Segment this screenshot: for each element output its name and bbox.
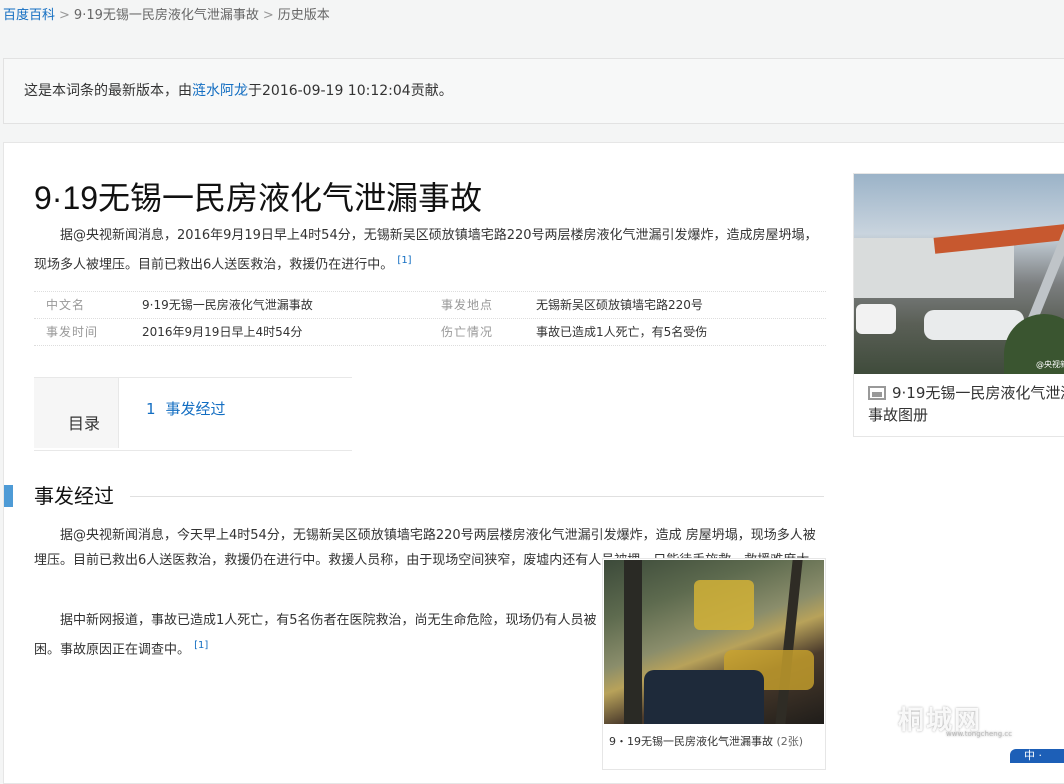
breadcrumb-separator: > <box>262 8 274 23</box>
corner-badge[interactable]: 中 · <box>1010 749 1064 763</box>
table-of-contents: 目录 1 事发经过 <box>34 377 352 451</box>
breadcrumb-home-link[interactable]: 百度百科 <box>3 8 55 23</box>
infobox-value: 2016年9月19日早上4时54分 <box>142 325 303 339</box>
breadcrumb-entry-link[interactable]: 9·19无锡一民房液化气泄漏事故 <box>74 8 259 23</box>
toc-label-box: 目录 <box>34 378 119 448</box>
breadcrumb: 百度百科 >9·19无锡一民房液化气泄漏事故 > 历史版本 <box>3 0 330 42</box>
lead-text: 据@央视新闻消息，2016年9月19日早上4时54分，无锡新吴区硕放镇墙宅路22… <box>34 228 818 273</box>
paragraph-text: 据中新网报道，事故已造成1人死亡，有5名伤者在医院救治，尚无生命危险，现场仍有人… <box>34 613 597 658</box>
infobox: 中文名 9·19无锡一民房液化气泄漏事故 事发地点 无锡新吴区硕放镇墙宅路220… <box>34 291 826 346</box>
infobox-key: 事发时间 <box>46 325 99 339</box>
breadcrumb-separator: > <box>59 8 70 23</box>
infobox-value: 无锡新吴区硕放镇墙宅路220号 <box>536 298 703 312</box>
section-heading: 事发经过 <box>4 483 826 511</box>
inline-photo-count: (2张) <box>776 735 804 748</box>
notice-suffix: 于2016-09-19 10:12:04贡献。 <box>248 83 453 99</box>
paragraph-reference-link[interactable]: [1] <box>194 640 208 651</box>
album-caption[interactable]: 9·19无锡一民房液化气泄漏事故图册 <box>868 382 1064 426</box>
section-paragraph-2: 据中新网报道，事故已造成1人死亡，有5名伤者在医院救治，尚无生命危险，现场仍有人… <box>34 608 600 662</box>
lead-reference-link[interactable]: [1] <box>397 255 411 266</box>
infobox-row: 事发时间 2016年9月19日早上4时54分 伤亡情况 事故已造成1人死亡，有5… <box>34 319 826 346</box>
infobox-key: 中文名 <box>46 298 86 312</box>
article-card: 9·19无锡一民房液化气泄漏事故 据@央视新闻消息，2016年9月19日早上4时… <box>3 142 1064 784</box>
page-title: 9·19无锡一民房液化气泄漏事故 <box>34 180 483 216</box>
infobox-value: 9·19无锡一民房液化气泄漏事故 <box>142 298 313 312</box>
side-album-card[interactable]: @央视新闻 9·19无锡一民房液化气泄漏事故图册 <box>853 173 1064 437</box>
notice-prefix: 这是本词条的最新版本，由 <box>24 83 192 99</box>
inline-photo-caption-text: 9・19无锡一民房液化气泄漏事故 <box>609 735 773 748</box>
image-watermark: @央视新闻 <box>1036 360 1064 369</box>
infobox-key: 事发地点 <box>441 298 494 312</box>
album-caption-text: 9·19无锡一民房液化气泄漏事故图册 <box>868 384 1064 424</box>
version-notice: 这是本词条的最新版本，由涟水阿龙于2016-09-19 10:12:04贡献。 <box>3 58 1064 124</box>
inline-photo[interactable]: 9・19无锡一民房液化气泄漏事故 (2张) <box>602 558 826 770</box>
toc-item-label: 事发经过 <box>165 400 226 418</box>
version-notice-text: 这是本词条的最新版本，由涟水阿龙于2016-09-19 10:12:04贡献。 <box>24 59 453 123</box>
top-bar: 百度百科 >9·19无锡一民房液化气泄漏事故 > 历史版本 <box>0 0 1064 52</box>
infobox-value: 事故已造成1人死亡，有5名受伤 <box>536 325 708 339</box>
rescue-scene-image[interactable] <box>604 560 824 724</box>
site-watermark-url: www.tongcheng.cc <box>946 730 1013 738</box>
album-icon <box>868 386 886 400</box>
toc-item-accident-process[interactable]: 1 事发经过 <box>146 398 226 419</box>
collapsed-building-image[interactable]: @央视新闻 <box>854 174 1064 374</box>
site-watermark: 桐城网 www.tongcheng.cc <box>898 700 1012 738</box>
infobox-key: 伤亡情况 <box>441 325 494 339</box>
section-divider <box>130 496 824 497</box>
toc-item-number: 1 <box>146 400 156 418</box>
author-link[interactable]: 涟水阿龙 <box>192 83 248 99</box>
section-title: 事发经过 <box>34 484 114 508</box>
section-marker-bar <box>4 485 13 507</box>
toc-label: 目录 <box>68 414 101 433</box>
inline-photo-caption[interactable]: 9・19无锡一民房液化气泄漏事故 (2张) <box>609 733 803 749</box>
breadcrumb-current: 历史版本 <box>277 8 330 23</box>
infobox-row: 中文名 9·19无锡一民房液化气泄漏事故 事发地点 无锡新吴区硕放镇墙宅路220… <box>34 292 826 319</box>
lead-paragraph: 据@央视新闻消息，2016年9月19日早上4时54分，无锡新吴区硕放镇墙宅路22… <box>34 223 826 277</box>
